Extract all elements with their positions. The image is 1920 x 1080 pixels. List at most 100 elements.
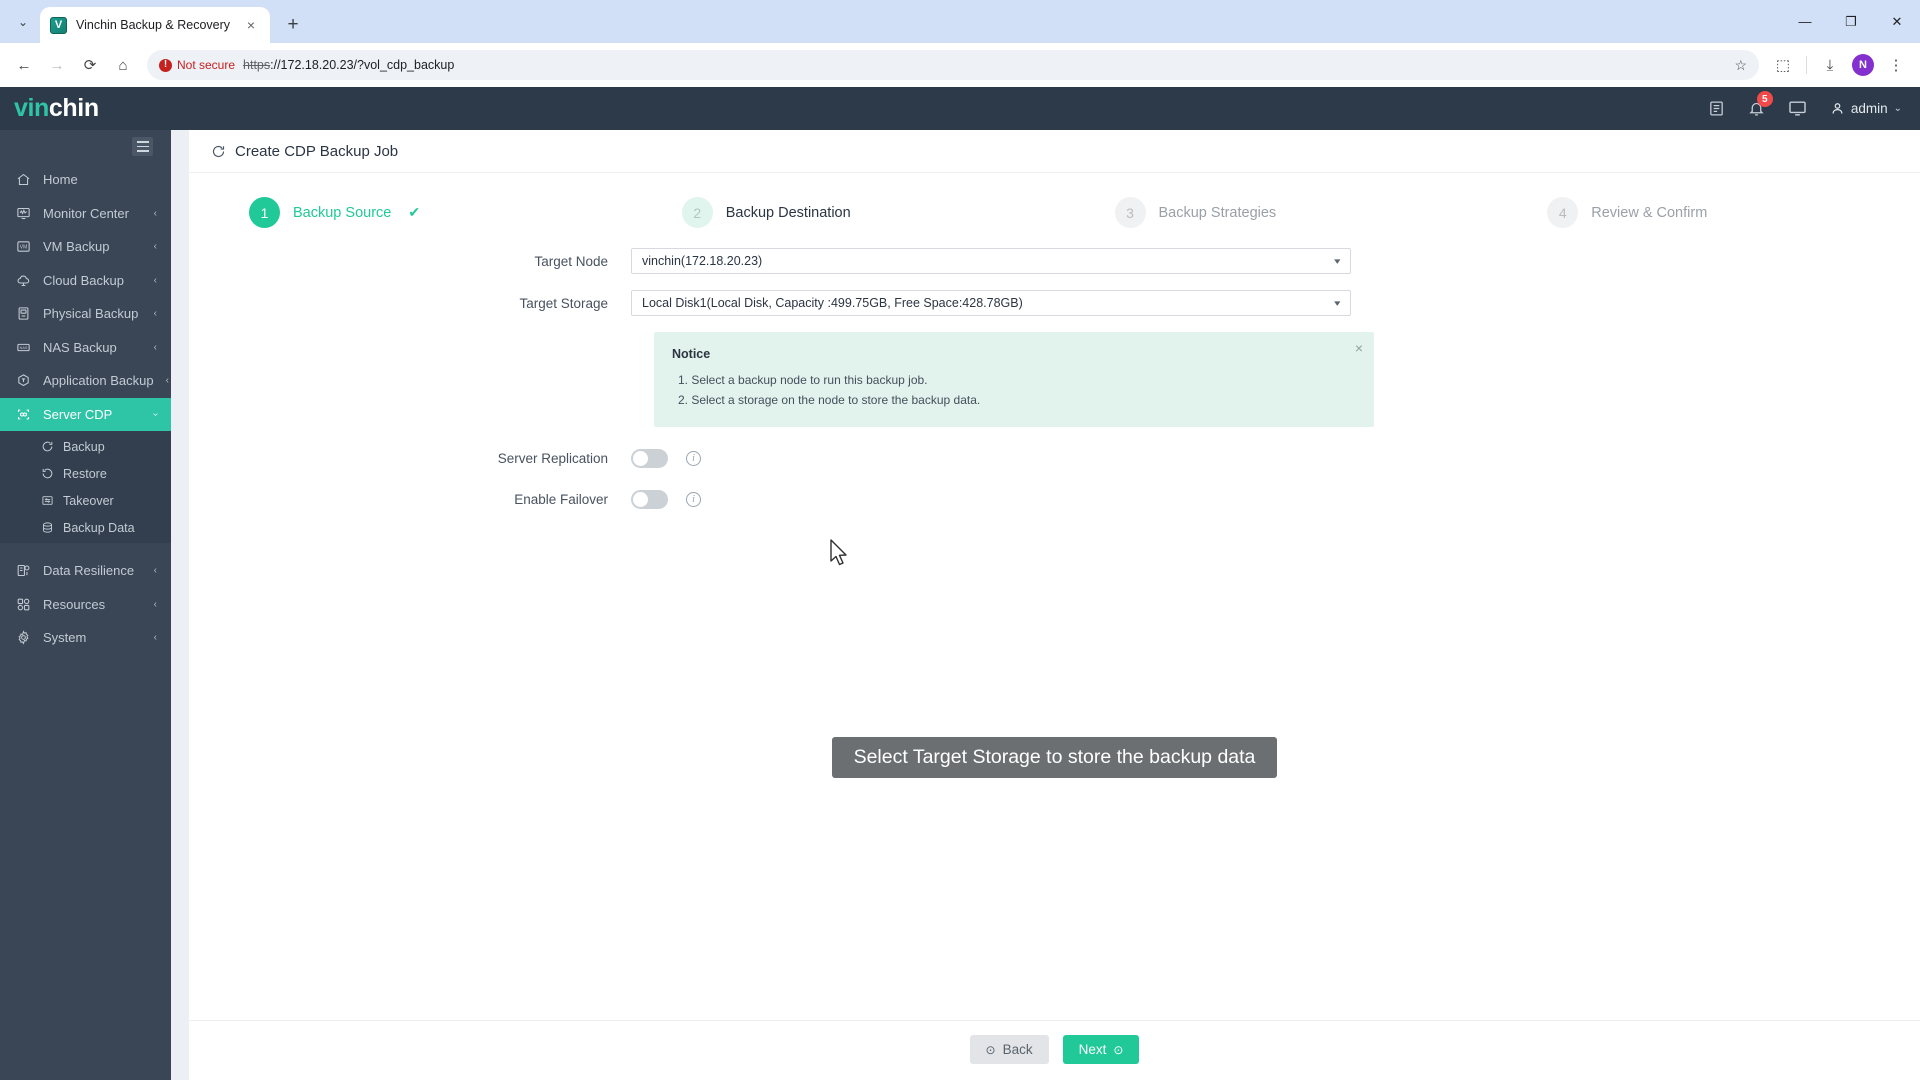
sidebar-item-cloud-backup[interactable]: Cloud Backup ‹ [0,264,171,298]
sidebar-item-backup[interactable]: Backup [0,433,171,460]
sidebar-label: Physical Backup [43,306,139,322]
logo-chin: chin [48,94,99,122]
sidebar-label: NAS Backup [43,339,117,355]
url-text: https://172.18.20.23/?vol_cdp_backup [243,58,454,72]
new-tab-button[interactable]: + [278,10,308,40]
step-review-confirm[interactable]: 4 Review & Confirm [1487,197,1920,228]
step-number: 2 [681,197,713,228]
resilience-icon [15,563,31,579]
target-node-label: Target Node [534,253,608,269]
server-replication-toggle[interactable] [631,449,668,468]
mouse-cursor [829,539,849,572]
tab-close-icon[interactable]: × [242,17,260,33]
sidebar-item-data-resilience[interactable]: Data Resilience ‹ [0,554,171,588]
sidebar-label: Cloud Backup [43,272,124,288]
bookmark-star-icon[interactable]: ☆ [1734,57,1747,74]
target-storage-row: Target Storage Local Disk1(Local Disk, C… [189,290,1920,316]
step-number: 1 [249,197,280,228]
security-indicator[interactable]: ! Not secure [159,58,235,72]
sidebar-label: VM Backup [43,239,110,255]
maximize-icon[interactable]: ❐ [1828,0,1874,43]
sidebar-item-restore[interactable]: Restore [0,460,171,487]
chevron-icon: ‹ [153,632,157,644]
tab-favicon-icon: V [50,16,67,34]
tab-search-icon[interactable]: ⌄ [6,5,40,39]
form-area: Target Node vinchin(172.18.20.23) ▾ Targ… [189,242,1920,1020]
app-header: vinchin 5 admin ⌄ [0,87,1920,130]
notice-close-icon[interactable]: × [1355,341,1363,355]
grid-icon [15,596,31,612]
cdp-icon [15,406,31,422]
profile-avatar[interactable]: N [1848,50,1878,80]
home-icon[interactable]: ⌂ [108,50,138,80]
minimize-icon[interactable]: — [1782,0,1828,43]
tab-title: Vinchin Backup & Recovery [76,18,231,32]
back-icon[interactable]: ← [9,50,39,80]
sidebar-item-system[interactable]: System ‹ [0,621,171,655]
step-backup-source[interactable]: 1 Backup Source ✔ [189,197,622,228]
logs-icon[interactable] [1708,100,1725,117]
chevron-icon: ‹ [153,565,157,577]
sidebar-label: Restore [63,466,107,481]
step-backup-destination[interactable]: 2 Backup Destination [622,197,1055,228]
content-card: Create CDP Backup Job 1 Backup Source ✔ … [189,130,1920,1080]
wizard-footer: ⊙ Back Next ⊙ [189,1020,1920,1080]
address-bar[interactable]: ! Not secure https://172.18.20.23/?vol_c… [147,50,1759,80]
chevron-icon: ‹ [153,207,157,219]
vinchin-logo[interactable]: vinchin [14,94,99,123]
sidebar-item-monitor-center[interactable]: Monitor Center ‹ [0,197,171,231]
enable-failover-row: Enable Failover i [189,490,1920,509]
back-button[interactable]: ⊙ Back [969,1035,1049,1064]
target-storage-select[interactable]: Local Disk1(Local Disk, Capacity :499.75… [631,290,1351,316]
step-backup-strategies[interactable]: 3 Backup Strategies [1055,197,1488,228]
check-icon: ✔ [408,204,421,220]
user-menu[interactable]: admin ⌄ [1830,101,1902,116]
server-replication-label: Server Replication [497,451,608,466]
browser-menu-icon[interactable]: ⋮ [1881,50,1911,80]
sidebar-item-server-cdp[interactable]: Server CDP ‹ [0,397,171,431]
sidebar-item-resources[interactable]: Resources ‹ [0,588,171,622]
sidebar-label: Resources [43,596,106,612]
user-icon [1832,103,1843,114]
close-window-icon[interactable]: ✕ [1874,0,1920,43]
extensions-icon[interactable]: ⬚ [1768,50,1798,80]
database-icon [40,520,54,536]
sidebar-item-backup-data[interactable]: Backup Data [0,514,171,541]
reload-icon[interactable]: ⟳ [75,50,105,80]
server-replication-row: Server Replication i [189,449,1920,468]
info-icon[interactable]: i [686,451,701,466]
sidebar-item-application-backup[interactable]: Application Backup ‹ [0,364,171,398]
notifications-bell-icon[interactable]: 5 [1748,91,1773,117]
cdp-refresh-icon [211,144,226,159]
nas-icon: NAS [15,339,31,355]
toggle-knob [633,451,648,466]
display-monitor-icon[interactable] [1788,99,1807,118]
step-label: Backup Destination [725,204,851,221]
sidebar-label: Home [43,172,78,188]
sidebar-item-vm-backup[interactable]: VM VM Backup ‹ [0,230,171,264]
chevron-icon: ‹ [165,375,169,387]
sidebar-collapse-icon[interactable] [132,137,153,156]
sidebar-label: Takeover [63,493,114,508]
browser-tab[interactable]: V Vinchin Backup & Recovery × [40,7,270,43]
vm-icon: VM [15,239,31,255]
browser-window: ⌄ V Vinchin Backup & Recovery × + — ❐ ✕ … [0,0,1920,1080]
browser-toolbar: ← → ⟳ ⌂ ! Not secure https://172.18.20.2… [0,43,1920,87]
sidebar-item-takeover[interactable]: Takeover [0,487,171,514]
sidebar-label: Backup [63,439,105,454]
sidebar-submenu-server-cdp: Backup Restore Takeover Backup Data [0,431,171,543]
enable-failover-toggle[interactable] [631,490,668,509]
target-node-value: vinchin(172.18.20.23) [642,254,763,268]
chevron-icon: ‹ [153,241,157,253]
sidebar-item-physical-backup[interactable]: Physical Backup ‹ [0,297,171,331]
next-button[interactable]: Next ⊙ [1062,1035,1140,1064]
info-icon[interactable]: i [686,492,701,507]
sidebar-toggle-row [0,130,171,163]
chevron-icon: ‹ [153,598,157,610]
target-node-select[interactable]: vinchin(172.18.20.23) ▾ [631,248,1351,274]
sidebar-item-home[interactable]: Home [0,163,171,197]
downloads-icon[interactable]: ⤓ [1815,50,1845,80]
sidebar-item-nas-backup[interactable]: NAS NAS Backup ‹ [0,331,171,365]
page-header: Create CDP Backup Job [189,130,1920,173]
forward-icon[interactable]: → [42,50,72,80]
